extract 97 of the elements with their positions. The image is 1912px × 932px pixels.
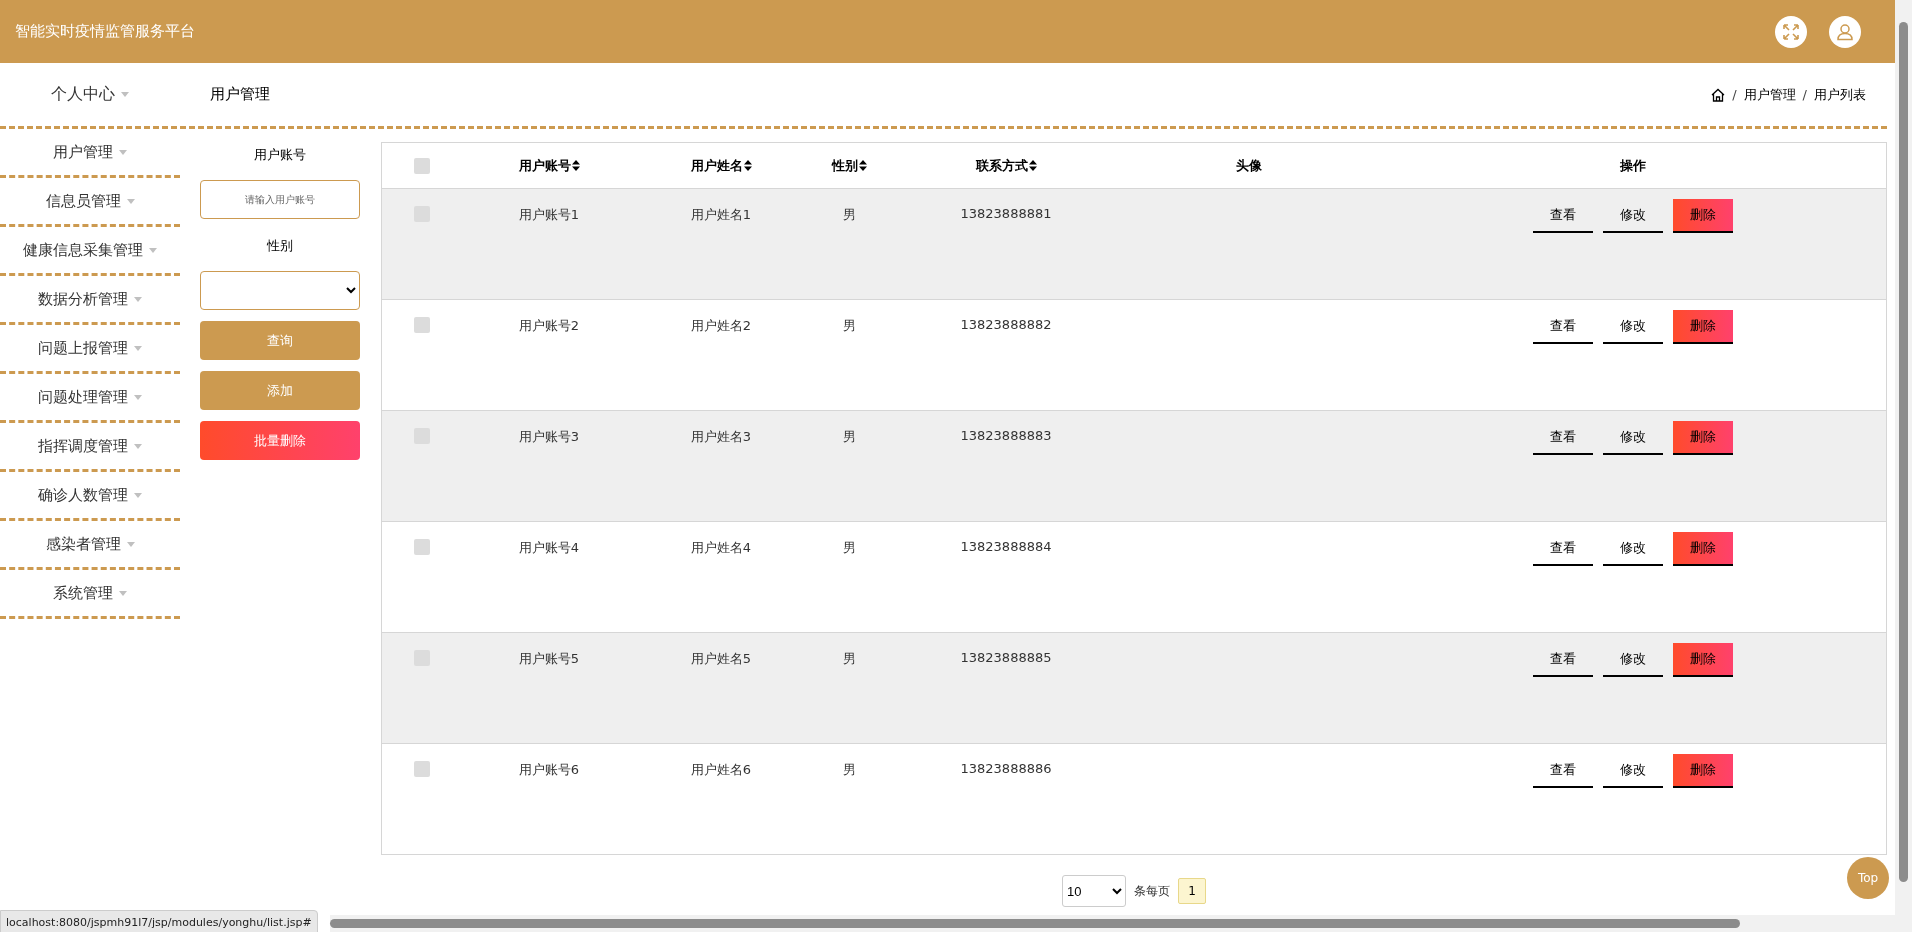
column-header[interactable]: 用户账号: [518, 156, 571, 175]
table-cell: 男: [842, 650, 856, 668]
user-icon[interactable]: [1829, 15, 1861, 48]
sidebar-item[interactable]: 个人中心: [51, 84, 129, 105]
delete-button[interactable]: 删除: [1673, 310, 1733, 344]
caret-icon: [149, 247, 157, 253]
action-button[interactable]: 查看: [1533, 199, 1593, 233]
sidebar-item[interactable]: 系统管理: [0, 570, 180, 619]
vertical-scrollbar[interactable]: [1895, 0, 1912, 915]
action-button[interactable]: 查看: [1533, 421, 1593, 455]
table-cell: 男: [842, 206, 856, 224]
select-field[interactable]: [200, 271, 360, 310]
sort-icon[interactable]: [1028, 160, 1037, 171]
column-header: 操作: [1620, 156, 1646, 175]
action-button[interactable]: 修改: [1603, 199, 1663, 233]
table-cell: 男: [842, 761, 856, 779]
table-cell: 13823888885: [960, 650, 1052, 665]
sidebar-item[interactable]: 信息员管理: [0, 178, 180, 227]
sort-icon[interactable]: [743, 160, 752, 171]
checkbox[interactable]: [414, 157, 430, 174]
status-bar: localhost:8080/jspmh91l7/jsp/modules/yonghu/list.jsp#: [0, 910, 318, 932]
sidebar-item[interactable]: 健康信息采集管理: [0, 227, 180, 276]
delete-button[interactable]: 删除: [1673, 199, 1733, 233]
breadcrumb-item[interactable]: 用户管理: [1743, 85, 1796, 104]
sort-icon[interactable]: [571, 160, 580, 171]
action-button[interactable]: 查看: [1533, 532, 1593, 566]
caret-icon: [134, 345, 142, 351]
table-cell: 用户姓名1: [690, 206, 752, 224]
page-title: 用户管理: [210, 85, 270, 104]
table-cell: 13823888881: [960, 206, 1052, 221]
table-cell: 用户账号3: [518, 428, 580, 446]
action-button[interactable]: 修改: [1603, 532, 1663, 566]
action-button[interactable]: 修改: [1603, 754, 1663, 788]
sidebar-item[interactable]: 数据分析管理: [0, 276, 180, 325]
breadcrumb-separator: /: [1731, 87, 1738, 102]
action-button[interactable]: 修改: [1603, 421, 1663, 455]
sidebar-item[interactable]: 问题处理管理: [0, 374, 180, 423]
action-button[interactable]: 修改: [1603, 643, 1663, 677]
sidebar-item[interactable]: 用户管理: [0, 129, 180, 178]
column-header: 头像: [1236, 156, 1262, 175]
delete-button[interactable]: 删除: [1673, 532, 1733, 566]
table-cell: 用户账号2: [518, 317, 580, 335]
horizontal-scrollbar[interactable]: [330, 915, 1912, 932]
table-cell: 13823888882: [960, 317, 1052, 332]
table-cell: 男: [842, 317, 856, 335]
checkbox[interactable]: [414, 317, 430, 333]
table-cell: 13823888886: [960, 761, 1052, 776]
caret-icon: [134, 296, 142, 302]
table-cell: 用户账号1: [518, 206, 580, 224]
action-button[interactable]: 查看: [1533, 310, 1593, 344]
delete-button[interactable]: 删除: [1673, 421, 1733, 455]
table-cell: 用户姓名3: [690, 428, 752, 446]
caret-icon: [119, 149, 127, 155]
column-header[interactable]: 联系方式: [975, 156, 1028, 175]
breadcrumb-separator: /: [1801, 87, 1808, 102]
table-cell: 用户姓名6: [690, 761, 752, 779]
table-cell: 用户账号4: [518, 539, 580, 557]
column-header[interactable]: 性别: [831, 156, 858, 175]
table-cell: 13823888883: [960, 428, 1052, 443]
caret-icon: [134, 394, 142, 400]
field-label: 性别: [267, 237, 293, 255]
table-cell: 用户姓名5: [690, 650, 752, 668]
page-button[interactable]: 1: [1178, 878, 1206, 904]
sort-icon[interactable]: [858, 160, 867, 171]
table-cell: 13823888884: [960, 539, 1052, 554]
table-cell: 用户姓名4: [690, 539, 752, 557]
sidebar-item[interactable]: 感染者管理: [0, 521, 180, 570]
caret-icon: [134, 443, 142, 449]
fullscreen-icon[interactable]: [1775, 15, 1807, 48]
breadcrumb-item[interactable]: 用户列表: [1814, 85, 1866, 104]
checkbox[interactable]: [414, 539, 430, 555]
action-button[interactable]: 查看: [1533, 754, 1593, 788]
caret-icon: [121, 92, 129, 97]
action-button[interactable]: 修改: [1603, 310, 1663, 344]
caret-icon: [134, 492, 142, 498]
sidebar-item[interactable]: 问题上报管理: [0, 325, 180, 374]
page-size-select[interactable]: 10: [1062, 875, 1126, 907]
column-header[interactable]: 用户姓名: [690, 156, 743, 175]
table-cell: 男: [842, 539, 856, 557]
table-cell: 男: [842, 428, 856, 446]
caret-icon: [126, 541, 135, 547]
delete-button[interactable]: 删除: [1673, 754, 1733, 788]
sidebar-item[interactable]: 确诊人数管理: [0, 472, 180, 521]
table-cell: 用户账号6: [518, 761, 580, 779]
sidebar-item[interactable]: 指挥调度管理: [0, 423, 180, 472]
input-field[interactable]: 请输入用户账号: [200, 180, 360, 219]
table-cell: 用户账号5: [518, 650, 580, 668]
checkbox[interactable]: [414, 761, 430, 777]
table-cell: 用户姓名2: [690, 317, 752, 335]
delete-button[interactable]: 删除: [1673, 643, 1733, 677]
caret-icon: [126, 198, 135, 204]
caret-icon: [119, 590, 127, 596]
app-title: 智能实时疫情监管服务平台: [15, 22, 195, 41]
page-size-label: 条每页: [1134, 882, 1170, 900]
home-icon[interactable]: [1711, 87, 1726, 102]
field-label: 用户账号: [254, 146, 306, 164]
action-button[interactable]: 查看: [1533, 643, 1593, 677]
